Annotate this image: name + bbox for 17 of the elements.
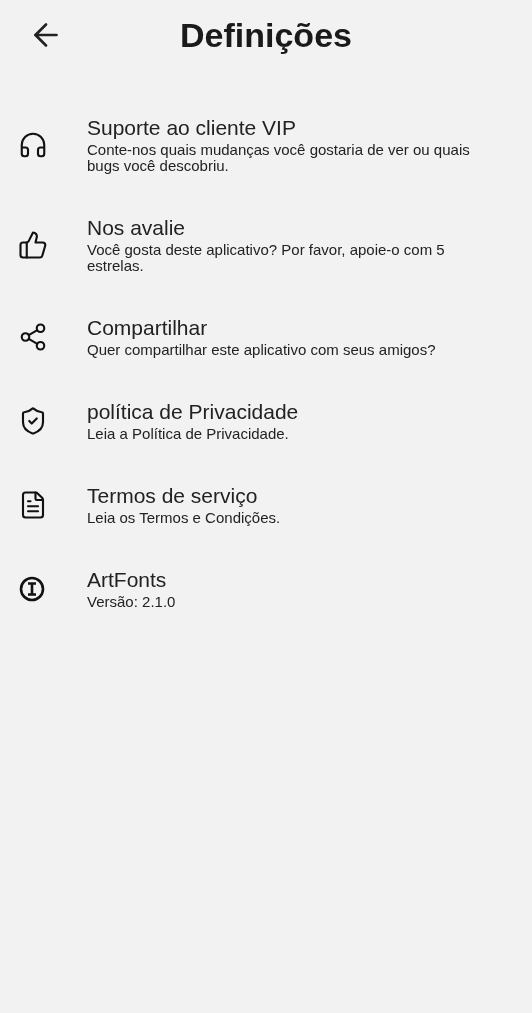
item-description: Quer compartilhar este aplicativo com seus amigos?: [87, 342, 437, 358]
item-title[interactable]: política de Privacidade: [87, 400, 487, 424]
thumbs-up-icon: [18, 230, 48, 260]
item-title[interactable]: ArtFonts: [87, 568, 487, 592]
item-description: Leia a Política de Privacidade.: [87, 426, 290, 442]
item-title[interactable]: Nos avalie: [87, 216, 487, 240]
item-title[interactable]: Compartilhar: [87, 316, 487, 340]
share-icon: [18, 322, 48, 352]
item-description: Conte-nos quais mudanças você gostaria de ver ou quais bugs você descobriu.: [87, 142, 471, 174]
item-description: Você gosta deste aplicativo? Por favor, apoie-o com 5 estrelas.: [87, 242, 446, 274]
item-description: Versão: 2.1.0: [87, 594, 177, 610]
item-description: Leia os Termos e Condições.: [87, 510, 282, 526]
item-title[interactable]: Suporte ao cliente VIP: [87, 116, 487, 140]
info-icon: [18, 575, 46, 603]
item-title[interactable]: Termos de serviço: [87, 484, 487, 508]
headset-icon: [18, 130, 48, 160]
page-title: Definições: [180, 15, 352, 55]
